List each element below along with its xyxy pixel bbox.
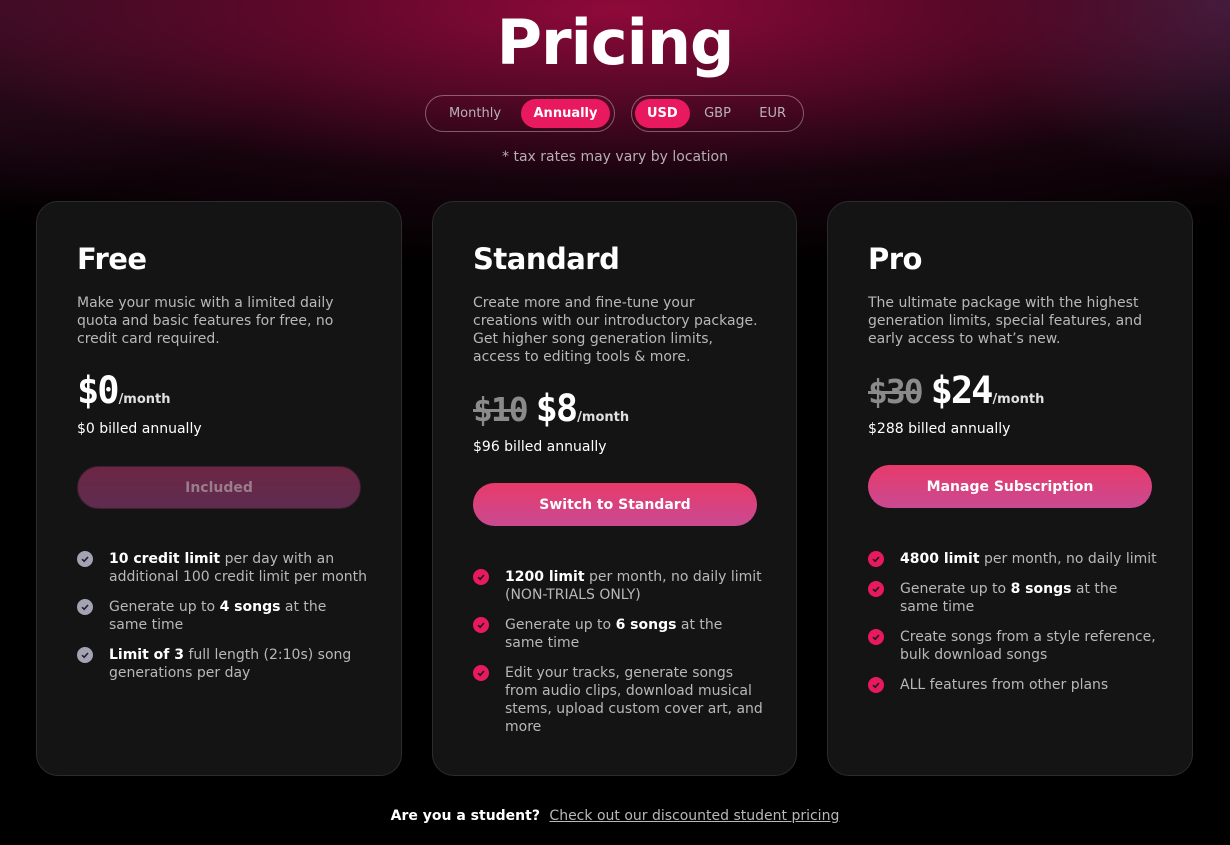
check-circle-icon xyxy=(473,569,489,585)
check-circle-icon xyxy=(868,629,884,645)
feature-pre: Generate up to xyxy=(505,617,616,633)
price-unit: /month xyxy=(118,392,171,407)
plan-description: Make your music with a limited daily quo… xyxy=(77,295,334,347)
plan-card-standard: Standard Create more and fine-tune your … xyxy=(432,201,797,776)
check-circle-icon xyxy=(77,551,93,567)
price-original: $30 xyxy=(868,372,924,411)
feature-item: 4800 limit per month, no daily limit xyxy=(868,550,1158,568)
price-row: $0 /month xyxy=(77,369,171,412)
plan-name: Standard xyxy=(473,242,620,276)
plan-name: Pro xyxy=(868,242,922,276)
plan-card-pro: Pro The ultimate package with the highes… xyxy=(827,201,1193,776)
switch-to-standard-button[interactable]: Switch to Standard xyxy=(473,483,757,526)
plan-name: Free xyxy=(77,242,147,276)
billed-annually-text: $288 billed annually xyxy=(868,421,1011,437)
feature-item: ALL features from other plans xyxy=(868,676,1158,694)
price-current: $0 xyxy=(77,369,120,412)
included-button[interactable]: Included xyxy=(77,466,361,509)
feature-bold: 4 songs xyxy=(219,599,281,615)
currency-eur-option[interactable]: EUR xyxy=(745,99,800,128)
billed-annually-text: $0 billed annually xyxy=(77,421,202,437)
feature-bold: Limit of 3 xyxy=(109,647,184,663)
feature-rest: per month, no daily limit xyxy=(979,551,1157,567)
feature-item: Edit your tracks, generate songs from au… xyxy=(473,664,763,736)
price-unit: /month xyxy=(577,410,630,425)
check-circle-icon xyxy=(868,677,884,693)
price-row: $10 $8 /month xyxy=(473,387,629,430)
price-unit: /month xyxy=(992,392,1045,407)
student-pricing-link[interactable]: Check out our discounted student pricing xyxy=(549,808,839,824)
price-current: $8 xyxy=(535,387,579,430)
feature-pre: Generate up to xyxy=(900,581,1011,597)
feature-item: Generate up to 8 songs at the same time xyxy=(868,580,1158,616)
feature-bold: 6 songs xyxy=(615,617,677,633)
check-circle-icon xyxy=(473,617,489,633)
billing-period-toggle: Monthly Annually xyxy=(425,95,615,132)
manage-subscription-button[interactable]: Manage Subscription xyxy=(868,465,1152,508)
currency-gbp-option[interactable]: GBP xyxy=(690,99,746,128)
feature-item: Generate up to 4 songs at the same time xyxy=(77,598,367,634)
feature-rest: ALL features from other plans xyxy=(900,677,1109,693)
price-current: $24 xyxy=(930,369,994,412)
feature-item: 1200 limit per month, no daily limit (NO… xyxy=(473,568,763,604)
check-circle-icon xyxy=(868,581,884,597)
check-circle-icon xyxy=(77,599,93,615)
tax-note: * tax rates may vary by location xyxy=(502,149,728,165)
feature-list: 4800 limit per month, no daily limit Gen… xyxy=(868,550,1158,706)
feature-item: Generate up to 6 songs at the same time xyxy=(473,616,763,652)
page-title: Pricing xyxy=(496,6,735,79)
student-question: Are you a student? xyxy=(390,808,540,824)
feature-item: Limit of 3 full length (2:10s) song gene… xyxy=(77,646,367,682)
feature-rest: Create songs from a style reference, bul… xyxy=(900,629,1156,663)
feature-bold: 8 songs xyxy=(1010,581,1072,597)
feature-pre: Generate up to xyxy=(109,599,220,615)
plan-card-free: Free Make your music with a limited dail… xyxy=(36,201,402,776)
plan-description: Create more and fine-tune your creations… xyxy=(473,295,758,365)
feature-bold: 1200 limit xyxy=(505,569,585,585)
check-circle-icon xyxy=(868,551,884,567)
currency-toggle: USD GBP EUR xyxy=(631,95,804,132)
feature-list: 1200 limit per month, no daily limit (NO… xyxy=(473,568,763,748)
feature-list: 10 credit limit per day with an addition… xyxy=(77,550,367,694)
billing-monthly-option[interactable]: Monthly xyxy=(429,99,521,128)
student-pricing-row: Are you a student? Check out our discoun… xyxy=(0,808,1230,824)
price-row: $30 $24 /month xyxy=(868,369,1044,412)
check-circle-icon xyxy=(473,665,489,681)
billed-annually-text: $96 billed annually xyxy=(473,439,607,455)
plan-description: The ultimate package with the highest ge… xyxy=(868,295,1142,347)
feature-item: 10 credit limit per day with an addition… xyxy=(77,550,367,586)
billing-annually-option[interactable]: Annually xyxy=(521,99,610,128)
feature-rest: Edit your tracks, generate songs from au… xyxy=(505,665,763,735)
check-circle-icon xyxy=(77,647,93,663)
feature-bold: 10 credit limit xyxy=(109,551,221,567)
feature-item: Create songs from a style reference, bul… xyxy=(868,628,1158,664)
feature-bold: 4800 limit xyxy=(900,551,980,567)
price-original: $10 xyxy=(473,390,529,429)
currency-usd-option[interactable]: USD xyxy=(635,99,690,128)
